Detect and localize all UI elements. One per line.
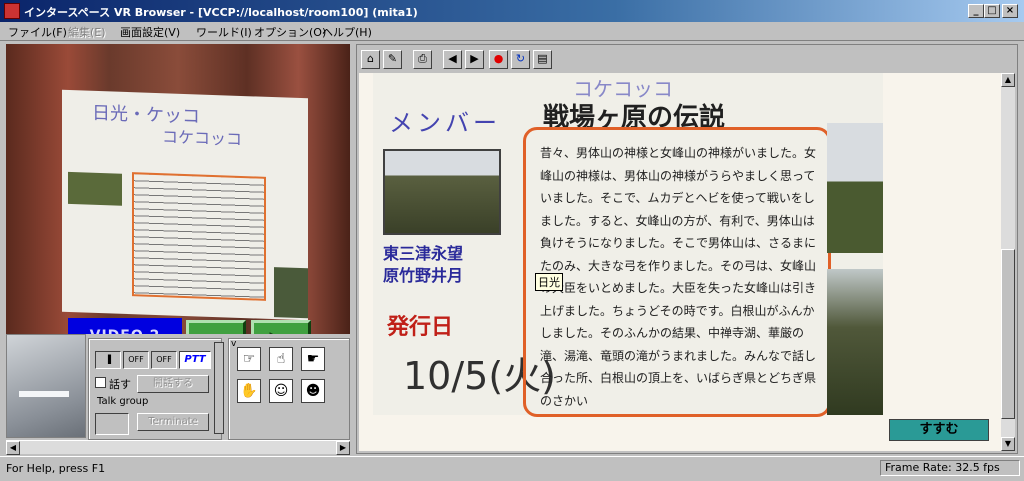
story-text: 昔々、男体山の神様と女峰山の神様がいました。女峰山の神様は、男体山の神様がうらや… <box>540 146 817 408</box>
video-screen-button[interactable]: VIDEO 2 <box>68 318 182 334</box>
scroll-thumb[interactable] <box>1001 249 1015 419</box>
viewport-horizontal-scrollbar[interactable]: ◀ ▶ <box>6 440 350 455</box>
board-photo <box>68 171 122 206</box>
forward-icon[interactable]: ▶ <box>465 50 484 69</box>
title-bar: インタースペース VR Browser - [VCCP://localhost/… <box>0 0 1024 22</box>
content-vertical-scrollbar[interactable]: ▲ ▼ <box>1001 73 1015 451</box>
member-label: メンバー <box>389 109 501 137</box>
gesture-panel: ☞ ☝ ☛ ✋ ☺ ☻ <box>228 338 350 440</box>
scroll-down-arrow-icon[interactable]: ▼ <box>1001 437 1015 451</box>
refuse-gesture-icon[interactable]: ☺ <box>269 379 293 403</box>
bookmark-icon[interactable]: ▤ <box>533 50 552 69</box>
web-browser-pane: ⌂ ✎ ⎙ ◀ ▶ ● ↻ ▤ コケコッコ メンバー 戦場ヶ原の伝説 東三津永望… <box>356 44 1018 454</box>
cheer-gesture-icon[interactable]: ☻ <box>301 379 325 403</box>
edit-icon[interactable]: ✎ <box>383 50 402 69</box>
app-icon <box>4 3 20 19</box>
terminate-button[interactable]: Terminate <box>137 413 209 431</box>
scroll-up-arrow-icon[interactable]: ▲ <box>1001 73 1015 87</box>
print-icon[interactable]: ⎙ <box>413 50 432 69</box>
board-title-2: コケコッコ <box>162 127 243 149</box>
next-button[interactable]: すすむ <box>889 419 989 441</box>
menu-bar: ファイル(F) 編集(E) 画面設定(V) ワールド(I) オプション(O) ヘ… <box>0 22 1024 41</box>
wave-gesture-icon[interactable]: ☝ <box>269 347 293 371</box>
status-bar: For Help, press F1 Frame Rate: 32.5 fps <box>0 456 1024 481</box>
ptt-toggle[interactable]: PTT <box>179 351 211 369</box>
reload-icon[interactable]: ↻ <box>511 50 530 69</box>
volume-slider[interactable] <box>214 342 224 434</box>
play-icon <box>269 332 274 334</box>
talk-group-label: Talk group <box>95 396 151 407</box>
bow-gesture-icon[interactable]: ☞ <box>237 347 261 371</box>
3d-viewport[interactable]: 日光・ケッコ コケコッコ VIDEO 2 <box>6 44 350 334</box>
rewind-icon <box>189 323 243 334</box>
frame-rate-indicator: Frame Rate: 32.5 fps <box>880 460 1020 476</box>
menu-world[interactable]: ワールド(I) <box>196 24 252 40</box>
off-toggle-1[interactable]: OFF <box>123 351 149 369</box>
talk-group-field[interactable] <box>95 413 129 435</box>
minimize-button[interactable]: _ <box>968 4 984 18</box>
talk-label: 話す <box>109 378 131 391</box>
talk-checkbox[interactable] <box>95 377 106 388</box>
landscape-photo-1 <box>827 123 883 253</box>
menu-edit[interactable]: 編集(E) <box>68 24 106 40</box>
member-names: 東三津永望 原竹野井月 <box>383 243 513 287</box>
rewind-button[interactable] <box>186 320 246 334</box>
tooltip: 日光 <box>535 273 563 291</box>
scroll-right-arrow-icon[interactable]: ▶ <box>336 441 350 455</box>
member-names-line-2: 原竹野井月 <box>383 266 464 285</box>
publication-label: 発行日 <box>387 315 454 340</box>
board-text-block <box>132 172 266 301</box>
menu-help[interactable]: ヘルプ(H) <box>322 24 372 40</box>
mic-toggle[interactable]: ▐ <box>95 351 121 369</box>
browser-toolbar: ⌂ ✎ ⎙ ◀ ▶ ● ↻ ▤ <box>359 47 1015 71</box>
scroll-left-arrow-icon[interactable]: ◀ <box>6 441 20 455</box>
window-title: インタースペース VR Browser - [VCCP://localhost/… <box>24 6 418 19</box>
camera-view <box>6 334 86 438</box>
menu-options[interactable]: オプション(O) <box>254 24 326 40</box>
off-toggle-2[interactable]: OFF <box>151 351 177 369</box>
close-button[interactable]: × <box>1002 4 1018 18</box>
maximize-button[interactable]: □ <box>984 4 1000 18</box>
landscape-photo-2 <box>827 269 883 415</box>
menu-file[interactable]: ファイル(F) <box>8 24 67 40</box>
start-talk-button[interactable]: 開話する <box>137 375 209 393</box>
point-gesture-icon[interactable]: ☛ <box>301 347 325 371</box>
back-icon[interactable]: ◀ <box>443 50 462 69</box>
control-panel: v ▐ OFF OFF PTT 話す 開話する Talk group Termi… <box>6 334 350 440</box>
menu-view-settings[interactable]: 画面設定(V) <box>120 24 180 40</box>
story-frame: 昔々、男体山の神様と女峰山の神様がいました。女峰山の神様は、男体山の神様がうらや… <box>523 127 831 417</box>
virtual-poster-board: 日光・ケッコ コケコッコ <box>62 89 308 321</box>
ceiling-light <box>19 391 69 397</box>
clap-gesture-icon[interactable]: ✋ <box>237 379 261 403</box>
play-button[interactable] <box>251 320 311 334</box>
help-status-text: For Help, press F1 <box>6 462 106 475</box>
poster-image: コケコッコ メンバー 戦場ヶ原の伝説 東三津永望 原竹野井月 発行日 10/5(… <box>373 73 883 417</box>
stop-icon[interactable]: ● <box>489 50 508 69</box>
talk-panel: v ▐ OFF OFF PTT 話す 開話する Talk group Termi… <box>88 338 236 440</box>
member-names-line-1: 東三津永望 <box>383 244 464 263</box>
home-icon[interactable]: ⌂ <box>361 50 380 69</box>
browser-content: コケコッコ メンバー 戦場ヶ原の伝説 東三津永望 原竹野井月 発行日 10/5(… <box>359 73 1001 451</box>
board-side-photo <box>274 267 308 319</box>
group-photo <box>383 149 501 235</box>
